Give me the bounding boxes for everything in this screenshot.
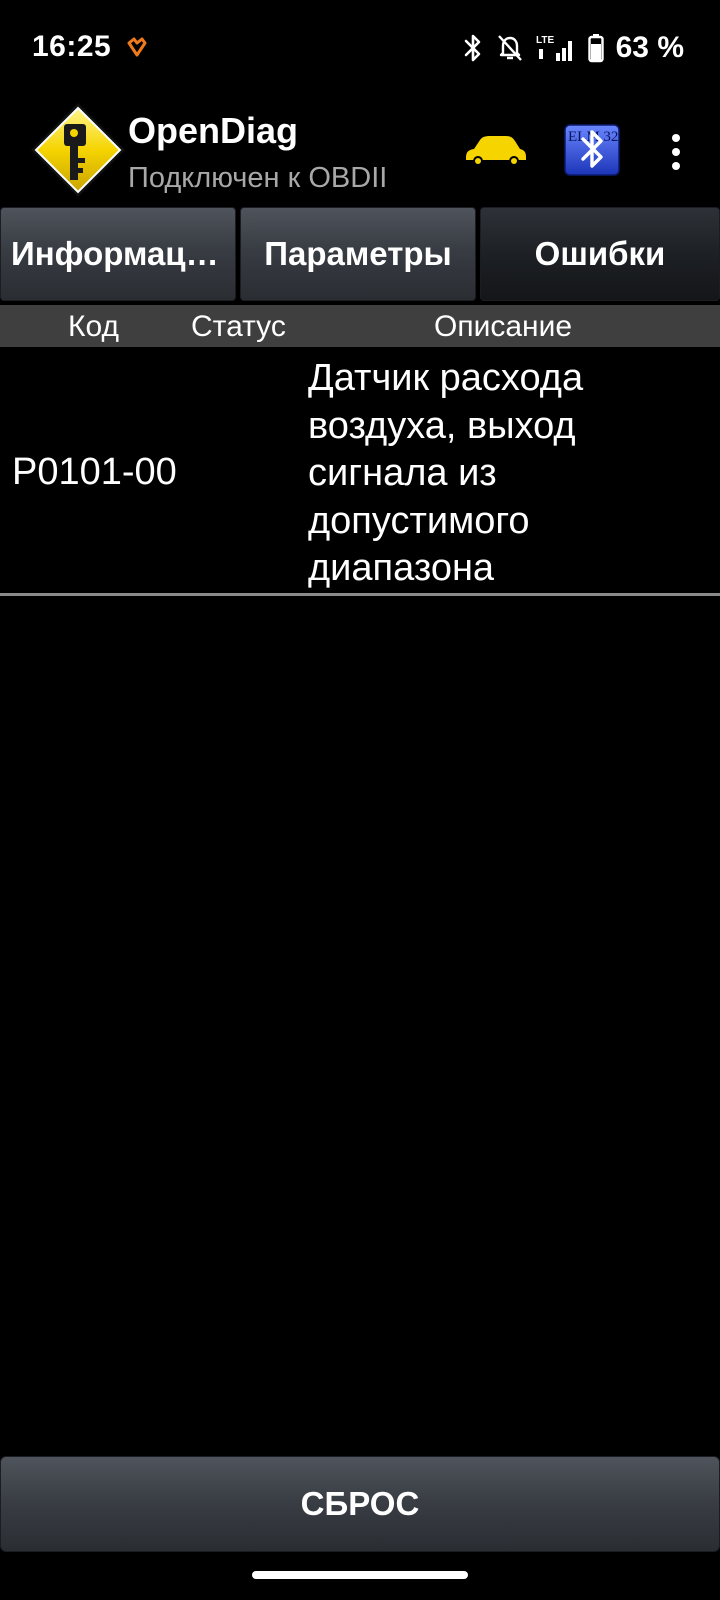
status-time: 16:25 — [32, 30, 112, 63]
mute-bell-icon — [497, 35, 522, 61]
table-row[interactable]: P0101-00 Датчик расхода воздуха, выход с… — [0, 347, 720, 593]
column-header-code: Код — [68, 310, 120, 343]
app-title: OpenDiag — [128, 110, 299, 151]
battery-icon — [587, 34, 604, 63]
connection-status: Подключен к OBDII — [128, 162, 388, 194]
car-icon[interactable] — [462, 132, 528, 168]
app-bar: OpenDiag Подключен к OBDII ELM 327 — [0, 96, 720, 204]
tab-information-label: Информация — [11, 235, 225, 272]
column-header-status: Статус — [191, 310, 286, 343]
tab-errors[interactable]: Ошибки — [480, 207, 720, 301]
reset-button[interactable]: СБРОС — [0, 1456, 720, 1552]
bluetooth-elm327-icon[interactable]: ELM 327 — [564, 124, 620, 176]
error-description: Датчик расхода воздуха, выход сигнала из… — [308, 357, 584, 589]
tab-parameters-label: Параметры — [264, 235, 452, 272]
battery-percent: 63 % — [615, 31, 684, 64]
row-divider — [0, 593, 720, 596]
reset-button-label: СБРОС — [300, 1485, 420, 1522]
status-icons: LTE 63 % — [462, 28, 684, 68]
tab-errors-label: Ошибки — [534, 235, 666, 272]
notification-app-icon — [127, 37, 147, 57]
table-header: Код Статус Описание — [0, 305, 720, 347]
tab-bar: Информация Параметры Ошибки — [0, 207, 720, 303]
home-indicator[interactable] — [252, 1571, 468, 1579]
error-code: P0101-00 — [12, 451, 177, 493]
app-logo-key-icon — [31, 103, 125, 197]
tab-parameters[interactable]: Параметры — [240, 207, 476, 301]
status-bar: 16:25 LTE 63 % — [0, 0, 720, 96]
elm327-label: ELM 327 — [568, 129, 620, 145]
bluetooth-icon — [464, 34, 480, 62]
column-header-description: Описание — [434, 310, 573, 343]
tab-information[interactable]: Информация — [0, 207, 236, 301]
screen: 16:25 LTE 63 % OpenDiag Подключен к OBDI… — [0, 0, 720, 1600]
network-type-label: LTE — [536, 35, 554, 46]
more-vert-icon[interactable] — [664, 132, 688, 172]
signal-icon: LTE — [536, 35, 572, 61]
